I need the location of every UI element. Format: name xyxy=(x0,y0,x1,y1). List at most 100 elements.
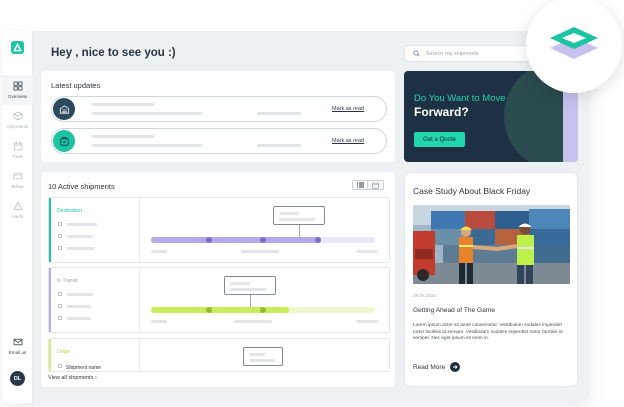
mark-as-read-link[interactable]: Mark as read xyxy=(332,138,364,144)
progress-dot xyxy=(206,307,212,313)
email-us-button[interactable]: Email us xyxy=(2,331,33,361)
placeholder-bar xyxy=(67,305,91,308)
shipment-status: Destination xyxy=(57,208,83,214)
placeholder-bar xyxy=(92,103,154,106)
shipment-status: In Transit xyxy=(57,278,78,284)
progress-dot xyxy=(260,237,266,243)
progress-dot xyxy=(315,237,321,243)
calendar-view-button[interactable] xyxy=(368,180,384,190)
case-study-photo xyxy=(413,205,570,284)
case-study-date: 29.05.2022 xyxy=(413,293,436,298)
view-all-shipments-link[interactable]: View all shipments › xyxy=(48,375,97,381)
placeholder-bar xyxy=(67,223,97,226)
shipment-tooltip xyxy=(224,276,276,295)
get-a-quote-button[interactable]: Get a Quote xyxy=(414,132,465,147)
update-icon-badge xyxy=(53,98,75,120)
search-placeholder: Search my shipments xyxy=(426,50,479,57)
placeholder-bar xyxy=(279,212,299,215)
active-shipments-title: 10 Active shipments xyxy=(48,182,115,191)
view-all-label: View all shipments xyxy=(48,375,94,381)
pin-icon xyxy=(58,304,62,308)
app-logo[interactable] xyxy=(11,41,24,54)
placeholder-bar xyxy=(92,135,154,138)
warning-icon xyxy=(12,201,23,210)
box-icon xyxy=(13,111,22,121)
sidebar-item-overview[interactable]: Overview xyxy=(2,75,33,105)
card-icon xyxy=(13,172,22,180)
active-shipments-card: 10 Active shipments Destination In Trans… xyxy=(41,172,395,387)
sidebar-item-label: Overview xyxy=(7,94,28,99)
placeholder-bar xyxy=(241,250,279,253)
placeholder-bar xyxy=(92,112,202,115)
search-icon xyxy=(413,50,420,57)
grid-icon xyxy=(13,81,22,91)
promo-line-2: Forward? xyxy=(414,105,469,119)
status-accent xyxy=(49,198,51,262)
read-more-link[interactable]: Read More xyxy=(413,362,461,372)
placeholder-bar xyxy=(257,144,301,147)
email-us-label: Email us xyxy=(8,350,27,355)
shipment-row[interactable]: Destination xyxy=(48,197,390,263)
calendar-icon xyxy=(13,142,22,151)
layers-icon xyxy=(550,27,598,59)
sidebar-item-alerts[interactable]: Alerts xyxy=(2,195,33,225)
sidebar-item-label: Billing xyxy=(11,184,24,189)
package-icon xyxy=(59,136,69,146)
divider xyxy=(139,339,140,371)
placeholder-bar xyxy=(279,218,315,221)
placeholder-bar xyxy=(151,320,167,323)
list-view-button[interactable] xyxy=(352,180,368,190)
shipment-tooltip xyxy=(273,206,325,225)
layers-badge xyxy=(526,0,622,93)
sidebar-item-tools[interactable]: Tools xyxy=(2,135,33,165)
warehouse-icon xyxy=(59,104,69,114)
search-input[interactable]: Search my shipments xyxy=(404,45,544,62)
folder-icon xyxy=(58,292,62,296)
progress-dot xyxy=(206,237,212,243)
placeholder-bar xyxy=(249,353,265,356)
mark-as-read-link[interactable]: Mark as read xyxy=(332,106,364,112)
shipment-name: Shipment name xyxy=(66,365,102,371)
case-study-title: Case Study About Black Friday xyxy=(413,186,531,196)
placeholder-bar xyxy=(257,112,301,115)
folder-icon xyxy=(58,364,62,368)
connector-line xyxy=(299,225,300,237)
calendar-small-icon xyxy=(58,316,62,320)
update-item[interactable]: Mark as read xyxy=(51,128,387,154)
plane-icon xyxy=(58,222,62,226)
avatar[interactable]: DL xyxy=(10,371,25,386)
shipment-tooltip xyxy=(243,347,283,366)
update-item[interactable]: Mark as read xyxy=(51,96,387,122)
shipment-row[interactable]: In Transit xyxy=(48,267,390,333)
progress-fill xyxy=(151,237,321,243)
sidebar-item-label: Tools xyxy=(12,154,23,159)
placeholder-bar xyxy=(234,320,272,323)
placeholder-bar xyxy=(230,282,250,285)
promo-panel: Do You Want to Move Forward? Get a Quote xyxy=(404,71,563,162)
calendar-small-icon xyxy=(58,246,62,250)
placeholder-bar xyxy=(92,144,202,147)
update-icon-badge xyxy=(53,130,75,152)
read-more-label: Read More xyxy=(413,363,446,371)
placeholder-bar xyxy=(67,293,93,296)
calendar-icon xyxy=(372,182,379,189)
pin-icon xyxy=(58,234,62,238)
placeholder-bar xyxy=(356,320,378,323)
case-study-card: Case Study About Black Friday 29.05.2022… xyxy=(404,172,578,387)
latest-updates-card: Latest updates Mark as read Mark as read xyxy=(41,71,395,162)
mail-icon xyxy=(13,338,22,346)
logo-triangle-icon xyxy=(13,43,22,52)
chevron-right-icon: › xyxy=(94,375,97,381)
placeholder-bar xyxy=(67,247,95,250)
status-accent xyxy=(49,339,51,371)
divider xyxy=(139,268,140,332)
sidebar: Overview Shipments Tools Billing Alerts … xyxy=(2,31,33,403)
divider xyxy=(139,198,140,262)
arrow-right-icon xyxy=(450,362,461,372)
sidebar-item-label: Shipments xyxy=(6,124,29,129)
shipment-row[interactable]: Origin Shipment name xyxy=(48,338,390,372)
sidebar-item-billing[interactable]: Billing xyxy=(2,165,33,195)
placeholder-bar xyxy=(230,288,266,291)
sidebar-item-label: Alerts xyxy=(11,214,24,219)
sidebar-item-shipments[interactable]: Shipments xyxy=(2,105,33,135)
